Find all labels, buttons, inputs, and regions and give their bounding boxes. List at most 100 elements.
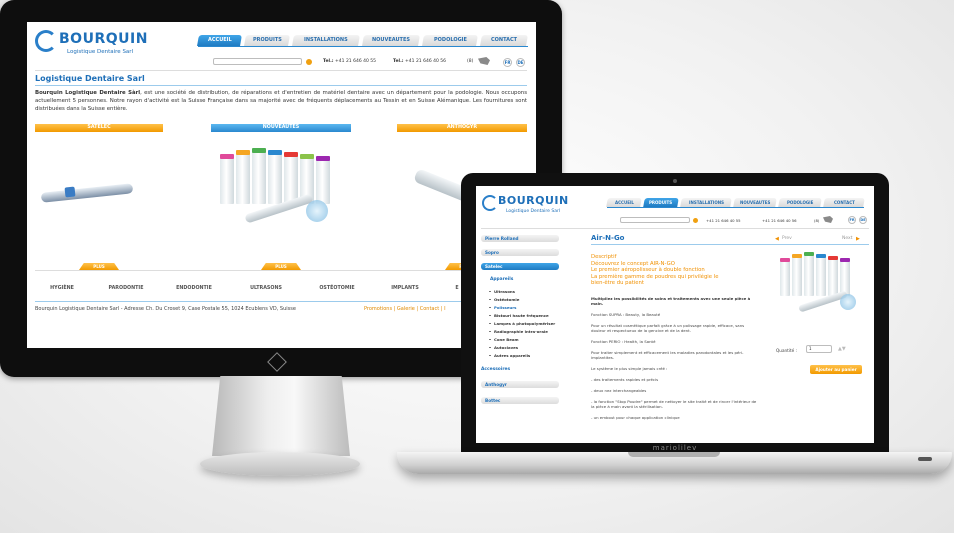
bottom-nav-ultrasons[interactable]: ULTRASONS (235, 286, 297, 291)
laptop-search-input[interactable] (620, 217, 690, 223)
nav-underline (198, 46, 528, 47)
band-nouveautes[interactable]: NOUVEAUTES (211, 124, 351, 132)
laptop-screen: BOURQUIN Logistique Dentaire Sarl ACCUEI… (476, 186, 874, 443)
add-to-cart-button[interactable]: Ajouter au panier (810, 365, 862, 374)
laptop-nav-produits[interactable]: PRODUITS (643, 198, 679, 207)
laptop-opening-notch (628, 452, 720, 457)
lang-de-button[interactable]: DE (516, 58, 525, 67)
product-title-underline (591, 244, 869, 245)
sidebar-item-radiographie[interactable]: Radiographie intra-orale (489, 329, 548, 334)
site-logo[interactable]: BOURQUIN (59, 31, 148, 47)
sidebar-tab-bottec[interactable]: Bottec (481, 397, 559, 404)
desktop-screen: BOURQUIN Logistique Dentaire Sarl ACCUEI… (27, 22, 536, 348)
laptop-lang-de[interactable]: DE (859, 216, 867, 224)
monitor-stand-base (200, 452, 360, 476)
laptop-lang-fr[interactable]: FR (848, 216, 856, 224)
product-descriptif: Descriptif Découvrez le concept AIR-N-GO… (591, 254, 719, 286)
product-title: Air-N-Go (591, 234, 625, 242)
bottom-nav-osteotomie[interactable]: OSTÉOTOMIE (305, 286, 369, 291)
nav-tab-podologie[interactable]: PODOLOGIE (422, 35, 478, 46)
next-link[interactable]: Next (842, 236, 852, 241)
laptop-nav-nouveautes[interactable]: NOUVEAUTES (733, 198, 777, 207)
cart-count[interactable]: (8) (467, 59, 473, 64)
sidebar-item-autoclaves[interactable]: Autoclaves (488, 345, 518, 350)
band-anthogyr[interactable]: ANTHOGYR (397, 124, 527, 132)
laptop-nav-underline (607, 207, 864, 208)
laptop-nav-podologie[interactable]: PODOLOGIE (778, 198, 822, 207)
sidebar-item-lampes[interactable]: Lampes à photopolymériser (488, 321, 555, 326)
site-tagline: Logistique Dentaire Sarl (67, 49, 134, 55)
product-image[interactable] (776, 248, 866, 323)
laptop-logo-icon (482, 195, 498, 211)
prev-link[interactable]: Prev (782, 236, 792, 241)
satelec-plus-tab[interactable]: PLUS (79, 263, 119, 270)
nouveautes-product-image[interactable] (214, 142, 344, 234)
nav-tab-produits[interactable]: PRODUITS (244, 35, 290, 46)
laptop-camera-icon (673, 179, 677, 183)
title-underline (35, 85, 527, 86)
bottom-nav-implants[interactable]: IMPLANTS (377, 286, 433, 291)
footer-divider (35, 301, 527, 302)
footer-link-galerie[interactable]: Galerie (397, 306, 415, 312)
sidebar-group-appareils[interactable]: Appareils (490, 277, 513, 282)
fax-number: Tel.: +41 21 646 40 56 (393, 59, 447, 64)
quantity-label: Quantité : (776, 348, 797, 353)
sidebar-item-osteotomie[interactable]: Ostéotomie (488, 297, 519, 302)
quantity-stepper-icon[interactable]: ▲▼ (838, 346, 846, 352)
search-input[interactable] (213, 58, 302, 65)
intro-text: Bourquin Logistique Dentaire Sàrl, est u… (35, 90, 527, 112)
product-description: Multipliez les possibilités de soins et … (591, 296, 757, 420)
page-title: Logistique Dentaire Sarl (35, 74, 145, 83)
cart-icon[interactable] (478, 57, 490, 65)
bottom-nav-hygiene[interactable]: HYGIÈNE (35, 286, 89, 291)
nav-tab-nouveautes[interactable]: NOUVEAUTES (362, 35, 420, 46)
footer-link-promotions[interactable]: Promotions (364, 306, 392, 312)
laptop-nav-installations[interactable]: INSTALLATIONS (680, 198, 732, 207)
laptop-nav-contact[interactable]: CONTACT (823, 198, 865, 207)
monitor-stand (212, 376, 350, 456)
laptop-cart-count[interactable]: (8) (814, 218, 819, 223)
laptop-power-led-icon (918, 457, 932, 461)
sidebar-tab-pierre-rolland[interactable]: Pierre Rolland (481, 235, 559, 242)
laptop-nav-accueil[interactable]: ACCUEIL (606, 198, 642, 207)
sidebar-tab-anthogyr[interactable]: Anthogyr (481, 381, 559, 388)
bottom-nav-endodontie[interactable]: ENDODONTIE (163, 286, 225, 291)
laptop-cart-icon[interactable] (823, 216, 833, 223)
footer-address: Bourquin Logistique Dentaire Sarl - Adre… (35, 306, 296, 312)
laptop-site-logo[interactable]: BOURQUIN (498, 194, 569, 207)
quantity-input[interactable]: 1 (806, 345, 832, 353)
bottom-nav-top-line (35, 270, 527, 271)
footer-links: Promotions | Galerie | Contact | I (364, 306, 446, 312)
sidebar-item-cone-beam[interactable]: Cone Beam (489, 337, 519, 342)
laptop-site-tagline: Logistique Dentaire Sarl (506, 209, 561, 214)
footer-link-more[interactable]: I (444, 306, 445, 312)
sidebar-accessoires[interactable]: Accessoires (481, 367, 510, 372)
laptop-fax: +41 21 646 40 56 (762, 218, 797, 223)
nav-tab-accueil[interactable]: ACCUEIL (197, 35, 242, 46)
prev-arrow-icon[interactable]: ◀ (775, 236, 779, 242)
satelec-product-image[interactable] (40, 183, 134, 203)
laptop-brand-label: mariolilev (652, 444, 698, 452)
sidebar-tab-satelec[interactable]: Satelec (481, 263, 559, 270)
sidebar-item-polisseurs[interactable]: Polisseurs (488, 305, 516, 310)
nav-tab-installations[interactable]: INSTALLATIONS (292, 35, 360, 46)
footer-link-contact[interactable]: Contact (420, 306, 439, 312)
sidebar-item-autres[interactable]: Autres appareils (488, 353, 530, 358)
header-divider (35, 70, 527, 71)
phone-number: Tel.: +41 21 646 40 55 (323, 59, 377, 64)
band-satelec[interactable]: SATELEC (35, 124, 163, 132)
logo-icon (35, 30, 57, 52)
satelec-accent (64, 186, 76, 198)
sidebar-tab-sopro[interactable]: Sopro (481, 249, 559, 256)
sidebar-item-bistouri[interactable]: Bistouri haute fréquence (489, 313, 549, 318)
nav-tab-contact[interactable]: CONTACT (480, 35, 528, 46)
laptop-header-divider (481, 228, 869, 229)
nouveautes-plus-tab[interactable]: PLUS (261, 263, 301, 270)
laptop-phone: +41 21 646 40 55 (706, 218, 741, 223)
lang-fr-button[interactable]: FR (503, 58, 512, 67)
sidebar-item-ultrasons[interactable]: Ultrasons (489, 289, 515, 294)
laptop-search-go-icon[interactable] (693, 218, 698, 223)
next-arrow-icon[interactable]: ▶ (856, 236, 860, 242)
search-go-icon[interactable] (306, 59, 312, 65)
bottom-nav-parodontie[interactable]: PARODONTIE (95, 286, 157, 291)
